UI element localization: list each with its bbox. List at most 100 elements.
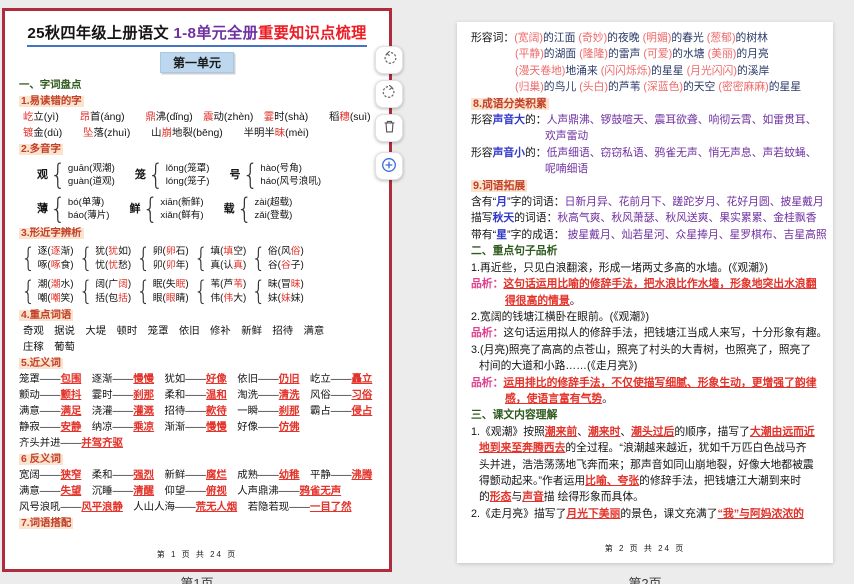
text-run: 妹( xyxy=(268,293,281,304)
text-run: 的夜晚 xyxy=(607,32,642,44)
text-run: ) xyxy=(185,279,188,290)
delete-page-button[interactable] xyxy=(375,114,403,142)
text-run: 欢声雷动 xyxy=(545,130,588,142)
text-run: 得颤动起来。”作者运用 xyxy=(479,475,585,487)
text-run: xiǎn(鲜有) xyxy=(160,210,203,221)
text-run: 昧(冒 xyxy=(268,279,291,290)
text-run: (mèi) xyxy=(285,128,309,139)
text-run: 人山人海—— xyxy=(133,502,195,513)
add-page-button[interactable] xyxy=(375,152,403,180)
text-run xyxy=(123,502,133,513)
text-run: 声音小 xyxy=(493,147,525,159)
text-run: 霎时—— xyxy=(92,390,134,401)
text-run: 2.《走月亮》描写了 xyxy=(471,508,566,520)
text-run: 啄 xyxy=(51,260,61,271)
text-run: (月光闪闪) xyxy=(687,65,737,77)
text-run xyxy=(81,406,91,417)
text-line: 品析：这句话运用比喻的修辞手法，把水浪比作水墙，形象地突出水浪翻 xyxy=(471,276,821,292)
text-run: 潮头过后 xyxy=(631,426,674,438)
text-run xyxy=(227,390,237,401)
text-run: 人声鼎沸、锣鼓喧天、震耳欲聋、响彻云霄、如雷贯耳、 xyxy=(547,114,817,126)
text-run: 星 xyxy=(496,229,507,241)
text-run: 头并进，浩浩荡荡地飞奔而来；那声音如同山崩地裂，好像大地都被震 xyxy=(479,459,814,471)
word-pair-line: 笼罩——包围 逐渐——慢慢 犹如——好像 依旧——仍旧 屹立——矗立 xyxy=(19,372,375,388)
page1-footer: 第 1 页 共 24 页 xyxy=(5,549,389,560)
text-run: 形态 xyxy=(490,491,512,503)
text-run: 柔和—— xyxy=(164,390,206,401)
text-run: 妹 xyxy=(281,293,291,304)
word-pair-line: 颤动——颤抖 霎时——刹那 柔和——温和 淘洗——清洗 风俗——习俗 xyxy=(19,388,375,404)
text-run xyxy=(154,470,164,481)
document-page-1[interactable]: 25秋四年级上册语文 1-8单元全册重要知识点梳理 第一单元 一、字词盘点1.易… xyxy=(2,8,392,572)
page1-label: 第1页 xyxy=(137,573,257,584)
text-run: 阔(广 xyxy=(95,279,118,290)
text-run: 1.再近些，只见白浪翻滚，形成一堵两丈多高的水墙。(《观潮》) xyxy=(471,262,768,274)
text-run: 观 xyxy=(37,167,48,183)
stacked-entries: hào(号角)háo(风号浪吼) xyxy=(260,162,321,189)
brace-glyph: { xyxy=(194,282,209,300)
text-run: 一目了然 xyxy=(310,502,352,513)
text-run xyxy=(154,422,164,433)
text-line: 2.《走月亮》描写了月光下美丽的景色，课文充满了“我”与阿妈浓浓的 xyxy=(471,506,821,522)
document-page-2[interactable]: 形容词：(宽阔)的江面 (奇妙)的夜晚 (明媚)的春光 (葱郁)的树林(平静)的… xyxy=(457,22,833,563)
text-run: 齐头并进—— xyxy=(19,438,81,449)
text-run: 2.宽阔的钱塘江横卧在眼前。(《观潮》) xyxy=(471,311,649,323)
rotate-right-button[interactable] xyxy=(375,80,403,108)
text-run: 笑) xyxy=(61,293,74,304)
brace-glyph: { xyxy=(148,166,164,184)
text-run: 括 xyxy=(118,293,128,304)
text-run: 食) xyxy=(61,260,74,271)
text-run: ) xyxy=(243,279,246,290)
text-run: 清洗 xyxy=(279,390,300,401)
stacked-entries: 阔(广阔)括(包括) xyxy=(95,278,131,306)
text-run: 低声细语、窃窃私语、鸦雀无声、悄无声息、声若蚊蝇、 xyxy=(547,147,817,159)
polyphone-group: 薄{bó(单薄)báo(薄片) xyxy=(37,196,110,223)
text-run: 失望 xyxy=(61,486,82,497)
text-run: 并驾齐驱 xyxy=(81,438,123,449)
text-run: guān(观潮) xyxy=(68,163,115,174)
text-run: 鸦雀无声 xyxy=(300,486,342,497)
text-run xyxy=(227,486,237,497)
text-run: 品析： xyxy=(471,327,503,339)
text-line: 二、重点句子品析 xyxy=(471,243,821,259)
rotate-right-icon xyxy=(382,85,397,103)
text-run: 的星星 xyxy=(769,81,801,93)
text-run: 大) xyxy=(233,293,246,304)
text-run: (奇妙) xyxy=(578,32,607,44)
text-line: 村间的大道和小路……(《走月亮》) xyxy=(471,358,821,374)
text-run: 立(yì) xyxy=(33,112,79,123)
rotate-left-button[interactable] xyxy=(375,46,403,74)
text-line: 带有“星”字的成语： 披星戴月、灿若星河、众星捧月、星罗棋布、吉星高照 xyxy=(471,227,821,243)
text-line: (平静)的湖面 (隆隆)的雷声 (可爱)的水塘 (美丽)的月亮 xyxy=(471,46,821,62)
text-run: 乘凉 xyxy=(133,422,154,433)
plus-circle-icon xyxy=(381,157,397,176)
text-run: ) xyxy=(243,260,246,271)
text-run: 日新月异、花前月下、蹉跎岁月、花好月圆、披星戴月 xyxy=(565,196,824,208)
text-run: 月光下美丽 xyxy=(566,508,620,520)
page-toolbar xyxy=(375,46,403,180)
text-line: 欢声雷动 xyxy=(471,128,821,144)
brace-glyph: { xyxy=(79,249,94,267)
text-line: 描写秋天的词语：秋高气爽、秋风萧瑟、秋风送爽、果实累累、金桂飘香 xyxy=(471,210,821,226)
text-run: 潮来前 xyxy=(545,426,577,438)
text-run: 卯( xyxy=(153,260,166,271)
text-run: 强烈 xyxy=(133,470,154,481)
text-run xyxy=(81,422,91,433)
text-line: 2.多音字 xyxy=(19,142,375,158)
text-run: 笼 xyxy=(135,167,146,183)
text-run: 崩 xyxy=(162,128,172,139)
text-run: 半明半 xyxy=(244,128,275,139)
text-run: 灌溉 xyxy=(133,406,154,417)
word-pair-line: 静寂——安静 纳凉——乘凉 渐渐——慢慢 好像——仿佛 xyxy=(19,420,375,436)
text-run: 形容 xyxy=(471,147,493,159)
text-run: 逐( xyxy=(38,246,51,257)
text-line: 4.重点词语 xyxy=(19,308,375,324)
text-run: 运用排比的修辞手法，不仅使描写细腻、形象生动，更增强了韵律 xyxy=(503,377,816,389)
text-run: háo(风号浪吼) xyxy=(260,176,321,187)
text-run: 腐烂 xyxy=(206,470,227,481)
text-run: guàn(道观) xyxy=(68,176,115,187)
text-run: 卵 xyxy=(166,246,176,257)
word-pair-line: 满意——失望 沉睡——清醒 仰望——俯视 人声鼎沸——鸦雀无声 xyxy=(19,484,375,500)
text-run: 一、字词盘点 xyxy=(19,80,81,91)
brace-glyph: { xyxy=(21,282,36,300)
